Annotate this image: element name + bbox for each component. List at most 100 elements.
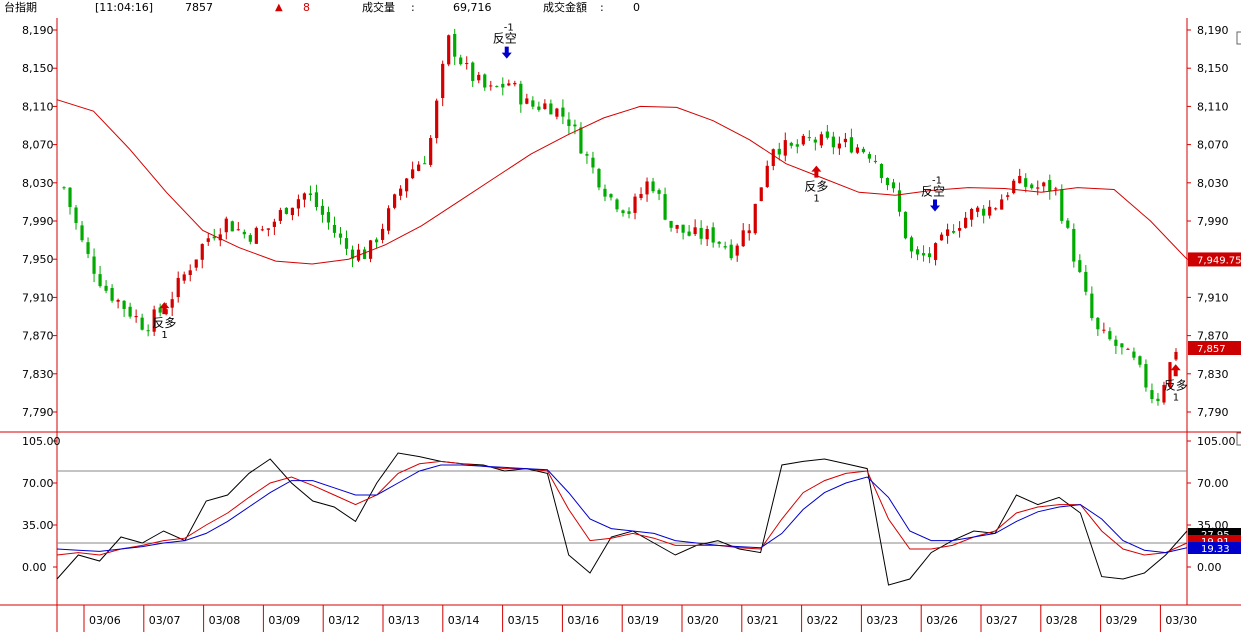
candle-body [92,256,96,274]
candle-body [1132,351,1136,358]
candle-body [1078,260,1082,272]
candle-body [507,83,511,86]
candle-body [933,243,938,260]
candle-body [176,277,180,298]
candle-body [1120,343,1124,348]
candle-body [278,210,282,221]
candle-body [982,208,986,216]
candle-body [1024,178,1028,187]
candle-body [206,238,210,242]
candle-body [98,274,102,287]
candle-body [861,148,866,153]
candle-body [74,207,78,223]
indicator-panel-corner-icon [1236,432,1241,446]
candle-body [801,135,805,145]
signal-label: 反空 [493,32,517,46]
short-signal-arrow-icon [501,46,512,59]
candle-body [170,299,174,308]
candle-body [453,33,457,57]
candle-body [296,199,301,209]
candle-body [681,224,685,233]
candle-body [723,246,727,248]
date-tick-label: 03/09 [268,614,300,627]
kd-series-line-0 [56,452,1188,586]
date-tick-label: 03/29 [1106,614,1138,627]
candle-body [224,218,228,233]
kd-tick-label-left: 70.00 [22,477,54,490]
candle-body [86,242,90,254]
candle-body [789,142,793,146]
candle-body [1018,175,1022,184]
long-signal-arrow-icon [1170,364,1181,377]
candle-body [988,206,992,216]
candle-body [411,169,415,179]
price-tick-label-left: 8,110 [22,100,54,113]
candle-body [627,211,631,214]
candle-body [110,288,114,301]
price-tick-label-left: 7,910 [22,291,54,304]
candle-body [879,164,884,179]
candle-body [939,234,944,241]
candle-body [248,235,252,242]
price-tick-label-left: 7,790 [22,406,54,419]
signal-label: 反多 [152,316,176,330]
candle-body [513,82,517,85]
candle-body [447,35,451,65]
candle-body [609,194,613,198]
date-tick-label: 03/19 [627,614,659,627]
candle-body [465,63,469,65]
candle-body [332,224,337,233]
candle-body [765,165,769,187]
candle-body [1102,329,1106,331]
candle-body [501,83,505,88]
price-tick-label-right: 7,910 [1197,291,1229,304]
candle-body [104,285,108,291]
candle-body [579,127,583,154]
candle-body [338,233,343,238]
candle-body [921,253,926,256]
candle-body [326,212,331,223]
date-tick-label: 03/14 [448,614,480,627]
price-tick-label-right: 7,870 [1197,330,1229,343]
candle-body [849,137,854,153]
candle-body [1144,364,1148,388]
candle-body [994,208,998,210]
candle-body [735,245,739,256]
candle-body [314,192,319,208]
candle-body [945,229,950,236]
candle-body [970,208,974,220]
date-tick-label: 03/13 [388,614,420,627]
date-tick-label: 03/30 [1165,614,1197,627]
date-tick-label: 03/16 [567,614,599,627]
candle-body [146,330,150,332]
candle-body [429,138,433,165]
stock-chart[interactable]: 8,190 8,190 8,150 8,150 8,110 8,110 8,070 8,070… [0,0,1241,632]
date-tick-label: 03/26 [926,614,958,627]
candle-body [302,193,307,200]
kd-tick-label-right: 0.00 [1197,561,1222,574]
date-tick-label: 03/08 [209,614,241,627]
candle-body [585,154,589,156]
candle-body [1030,184,1034,189]
candle-body [477,74,481,81]
candle-body [1066,220,1070,228]
candle-body [873,160,878,163]
candle-body [759,187,763,202]
candle-body [483,74,487,88]
candle-body [543,103,547,109]
candle-body [639,193,643,199]
candle-body [976,207,980,212]
candle-body [128,306,132,317]
candle-body [855,147,860,153]
candle-body [344,238,349,249]
candle-body [555,108,559,117]
candle-body [964,217,968,228]
candle-body [597,168,601,188]
candle-body [567,119,571,127]
candle-body [753,203,757,234]
candle-body [386,208,391,231]
candle-body [380,228,385,240]
candle-body [1174,351,1178,360]
candle-body [843,138,848,143]
price-tick-label-right: 7,790 [1197,406,1229,419]
